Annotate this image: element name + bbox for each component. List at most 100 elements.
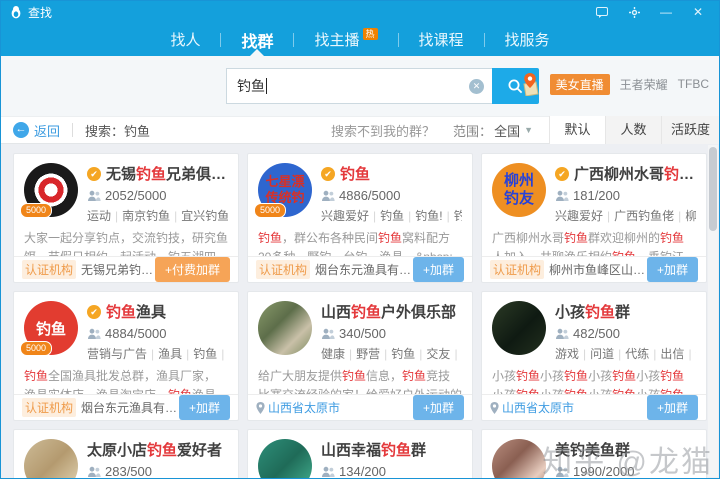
member-count: 1990/2000 bbox=[573, 464, 634, 479]
beauty-live-badge[interactable]: 美女直播 bbox=[550, 74, 610, 95]
group-card[interactable]: 小孩钓鱼群 482/500 游戏|问道|代练|出信|代练1|... 小孩钓鱼小孩… bbox=[481, 291, 707, 421]
tab-find-course[interactable]: 找课程 bbox=[399, 23, 484, 56]
hot-search-link[interactable]: 王者荣耀 bbox=[620, 76, 668, 93]
settings-icon[interactable] bbox=[625, 4, 643, 20]
tab-find-people[interactable]: 找人 bbox=[150, 23, 220, 56]
group-card[interactable]: 5000 ✔ 无锡钓鱼兄弟俱乐部 2052/5000 运动|南京钓鱼|宜兴钓 bbox=[13, 153, 239, 283]
group-tags: 兴趣爱好|广西钓鱼佬|柳州钓鱼... bbox=[555, 207, 696, 224]
location-map-icon[interactable] bbox=[520, 72, 540, 96]
location-row: 山西省太原市 bbox=[490, 399, 574, 416]
members-icon bbox=[87, 328, 101, 340]
join-group-button[interactable]: +加群 bbox=[413, 257, 464, 282]
member-count: 482/500 bbox=[573, 326, 620, 341]
member-count: 4884/5000 bbox=[105, 326, 166, 341]
card-footer: 认证机构 烟台东元渔具有限公司 +加群 bbox=[248, 256, 472, 282]
group-avatar bbox=[258, 439, 312, 479]
tab-find-service[interactable]: 找服务 bbox=[485, 23, 570, 56]
hot-search-link[interactable]: TFBC bbox=[678, 77, 709, 91]
sort-tab-default[interactable]: 默认 bbox=[549, 116, 605, 144]
member-count: 340/500 bbox=[339, 326, 386, 341]
group-description: 小孩钓鱼小孩钓鱼小孩钓鱼小孩钓鱼小孩钓鱼小孩钓鱼小孩钓鱼小孩钓鱼小孩钓... bbox=[482, 362, 706, 394]
group-title: 钓鱼渔具 bbox=[106, 301, 166, 322]
card-footer: 山西省太原市 +加群 bbox=[248, 394, 472, 420]
member-count: 283/500 bbox=[105, 464, 152, 479]
join-group-button[interactable]: +加群 bbox=[647, 257, 698, 282]
back-button[interactable]: ← 返回 bbox=[13, 121, 60, 140]
group-card[interactable]: 太原小店钓鱼爱好者 283/500 bbox=[13, 429, 239, 479]
window-title: 查找 bbox=[28, 4, 52, 21]
members-icon bbox=[321, 190, 335, 202]
verified-icon: ✔ bbox=[87, 305, 101, 319]
tab-find-group[interactable]: 找群 bbox=[221, 23, 293, 56]
group-description: 钓鱼，群公布各种民间钓鱼窝料配方20多种。野钓，台钓，渔具，&nbsp;钓鱼全国… bbox=[248, 224, 472, 256]
group-avatar bbox=[492, 439, 546, 479]
close-button[interactable]: ✕ bbox=[689, 4, 707, 20]
member-count: 134/200 bbox=[339, 464, 386, 479]
scrollbar-track[interactable] bbox=[708, 145, 718, 477]
group-tags: 运动|南京钓鱼|宜兴钓鱼|常州... bbox=[87, 207, 228, 224]
join-group-button[interactable]: +加群 bbox=[179, 395, 230, 420]
join-group-button[interactable]: +加群 bbox=[647, 395, 698, 420]
scrollbar-thumb[interactable] bbox=[709, 147, 717, 231]
group-description: 广西柳州水哥钓鱼群欢迎柳州的钓鱼人加入。共聊渔乐相约钓鱼，垂钓江河，进群修改群名… bbox=[482, 224, 706, 256]
tab-find-streamer[interactable]: 找主播热 bbox=[294, 23, 397, 56]
org-name: 无锡兄弟钓鱼俱乐部有... bbox=[81, 261, 155, 278]
search-input[interactable]: 钓鱼 ✕ bbox=[226, 68, 492, 104]
cert-badge: 认证机构 bbox=[490, 260, 544, 279]
group-title: 小孩钓鱼群 bbox=[555, 301, 630, 322]
titlebar: 查找 — ✕ bbox=[1, 1, 719, 23]
group-title: 山西钓鱼户外俱乐部 bbox=[321, 301, 456, 322]
members-icon bbox=[555, 328, 569, 340]
group-card[interactable]: 山西钓鱼户外俱乐部 340/500 健康|野营|钓鱼|交友|学习|... 给广大… bbox=[247, 291, 473, 421]
join-group-button[interactable]: +加群 bbox=[413, 395, 464, 420]
card-footer: 认证机构 无锡兄弟钓鱼俱乐部有... +付费加群 bbox=[14, 256, 238, 282]
cert-badge: 认证机构 bbox=[22, 398, 76, 417]
group-results-grid: 5000 ✔ 无锡钓鱼兄弟俱乐部 2052/5000 运动|南京钓鱼|宜兴钓 bbox=[1, 144, 719, 479]
filter-bar: ← 返回 搜索：钓鱼 搜索不到我的群？ 范围： 全国 ▼ 默认 人数 活跃度 bbox=[1, 116, 719, 144]
join-group-button[interactable]: +付费加群 bbox=[155, 257, 230, 282]
scope-dropdown[interactable]: 全国 bbox=[494, 121, 520, 140]
group-description: 钓鱼全国渔具批发总群，渔具厂家，渔具实体店，渔具淘宝店，钓鱼渔具批发，钓鱼鱼竿批… bbox=[14, 362, 238, 394]
members-icon bbox=[87, 466, 101, 478]
divider bbox=[72, 123, 73, 137]
org-name: 烟台东元渔具有限公司 bbox=[81, 399, 179, 416]
feedback-icon[interactable] bbox=[593, 4, 611, 20]
member-count: 181/200 bbox=[573, 188, 620, 203]
location-pin-icon bbox=[256, 402, 265, 414]
sort-tab-members[interactable]: 人数 bbox=[605, 116, 661, 144]
group-tags: 兴趣爱好|钓鱼|钓鱼!|钓鱼@|... bbox=[321, 207, 462, 224]
group-avatar bbox=[258, 301, 312, 355]
group-card[interactable]: 七星漂传统钓 5000 ✔ 钓鱼 4886/5000 兴趣爱 bbox=[247, 153, 473, 283]
sort-control: 默认 人数 活跃度 bbox=[549, 116, 719, 144]
cert-badge: 认证机构 bbox=[22, 260, 76, 279]
search-section: 钓鱼 ✕ 美女直播 王者荣耀 TFBC bbox=[1, 56, 719, 116]
minimize-button[interactable]: — bbox=[657, 4, 675, 20]
group-card[interactable]: 钓鱼 5000 ✔ 钓鱼渔具 4884/5000 营销与广告 bbox=[13, 291, 239, 421]
group-card[interactable]: 柳州钓友 ✔ 广西柳州水哥钓鱼群 181/200 兴趣爱好 bbox=[481, 153, 707, 283]
member-count: 2052/5000 bbox=[105, 188, 166, 203]
card-footer: 认证机构 烟台东元渔具有限公司 +加群 bbox=[14, 394, 238, 420]
group-card[interactable]: 山西幸福钓鱼群 134/200 bbox=[247, 429, 473, 479]
card-footer: 认证机构 柳州市鱼峰区山水兄弟渔具店 +加群 bbox=[482, 256, 706, 282]
qq-penguin-icon bbox=[9, 5, 23, 19]
group-card[interactable]: 美钓美鱼群 1990/2000 bbox=[481, 429, 707, 479]
group-location: 山西省太原市 bbox=[268, 399, 340, 416]
member-count: 4886/5000 bbox=[339, 188, 400, 203]
verified-icon: ✔ bbox=[321, 167, 335, 181]
clear-search-icon[interactable]: ✕ bbox=[469, 79, 484, 94]
group-tags: 营销与广告|渔具|钓鱼|钓鱼! bbox=[87, 345, 228, 362]
group-title: 钓鱼 bbox=[340, 163, 370, 184]
location-pin-icon bbox=[490, 402, 499, 414]
find-group-window: 查找 — ✕ 找人 找群 找主播热 找课程 找服务 bbox=[0, 0, 720, 479]
header: 查找 — ✕ 找人 找群 找主播热 找课程 找服务 bbox=[1, 1, 719, 56]
verified-icon: ✔ bbox=[87, 167, 101, 181]
chevron-down-icon[interactable]: ▼ bbox=[524, 125, 533, 135]
sort-tab-activity[interactable]: 活跃度 bbox=[661, 116, 719, 144]
members-icon bbox=[87, 190, 101, 202]
group-title: 无锡钓鱼兄弟俱乐部 bbox=[106, 163, 228, 184]
members-icon bbox=[555, 466, 569, 478]
cert-badge: 认证机构 bbox=[256, 260, 310, 279]
card-footer: 山西省太原市 +加群 bbox=[482, 394, 706, 420]
capacity-badge: 5000 bbox=[20, 341, 52, 356]
cannot-find-group-link[interactable]: 搜索不到我的群？ bbox=[331, 121, 435, 140]
